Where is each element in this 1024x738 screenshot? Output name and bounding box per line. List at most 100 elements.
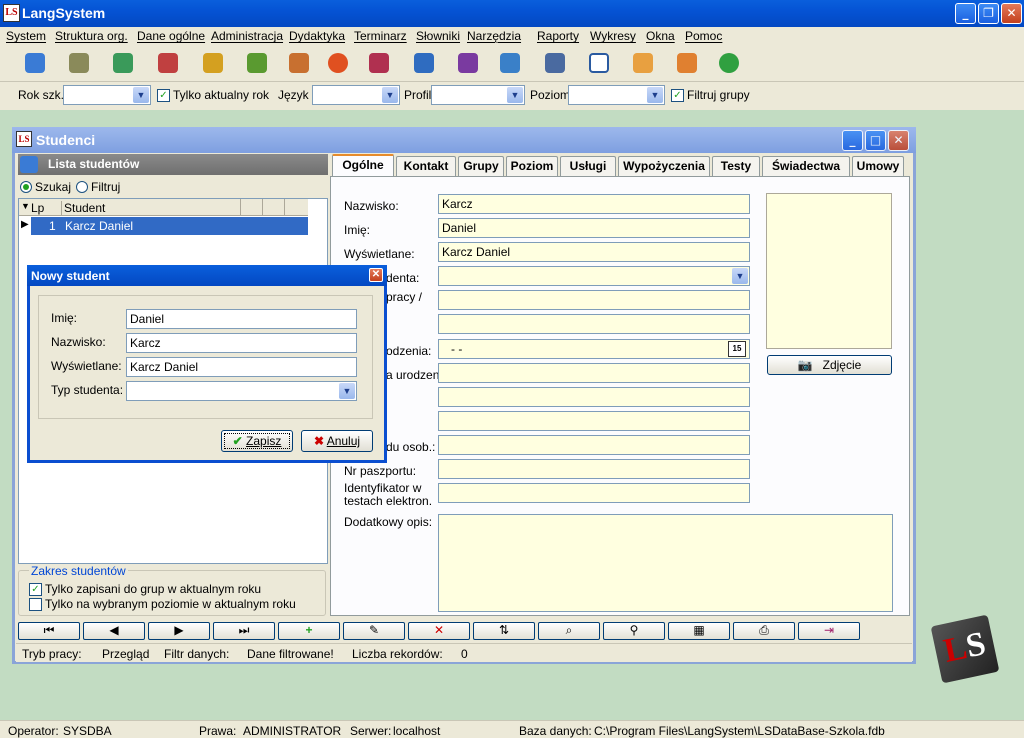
opis-textarea[interactable] bbox=[438, 514, 893, 612]
range-opt2-checkbox[interactable] bbox=[29, 598, 42, 611]
dowod-field[interactable] bbox=[438, 435, 750, 455]
last-record-button[interactable]: ⏭ bbox=[213, 622, 275, 640]
windows-icon[interactable] bbox=[584, 50, 614, 78]
students-icon bbox=[20, 156, 38, 173]
tab-swiadectwa[interactable]: Świadectwa bbox=[762, 156, 850, 176]
next-record-button[interactable]: ▶ bbox=[148, 622, 210, 640]
tylko-aktualny-checkbox[interactable]: ✓ bbox=[157, 89, 170, 102]
miejsce-urodzenia-field[interactable] bbox=[438, 363, 750, 383]
menu-terminarz[interactable]: Terminarz bbox=[354, 29, 407, 43]
restore-button[interactable]: ❐ bbox=[978, 3, 999, 24]
col-student[interactable]: Student bbox=[61, 201, 105, 215]
prev-record-button[interactable]: ◀ bbox=[83, 622, 145, 640]
dialog-close-button[interactable]: ✕ bbox=[369, 268, 383, 282]
students-icon[interactable] bbox=[20, 50, 50, 78]
clients-icon[interactable] bbox=[153, 50, 183, 78]
nazwisko-label: Nazwisko: bbox=[344, 199, 399, 213]
find-button[interactable]: ⌕ bbox=[538, 622, 600, 640]
sort-button[interactable]: ⇅ bbox=[473, 622, 535, 640]
jezyk-select[interactable]: ▼ bbox=[312, 85, 400, 105]
profil-select[interactable]: ▼ bbox=[431, 85, 525, 105]
menu-system[interactable]: System bbox=[6, 29, 46, 43]
tab-grupy[interactable]: Grupy bbox=[458, 156, 504, 176]
copy-icon[interactable] bbox=[540, 50, 570, 78]
photo-button[interactable]: 📷 Zdjęcie bbox=[767, 355, 892, 375]
first-record-button[interactable]: ⏮ bbox=[18, 622, 80, 640]
data-urodzenia-field[interactable]: - - 15 bbox=[438, 339, 750, 359]
row-student: Karcz Daniel bbox=[65, 219, 134, 233]
col-lp[interactable]: Lp bbox=[31, 201, 44, 215]
menu-dydaktyka[interactable]: Dydaktyka bbox=[289, 29, 345, 43]
imie-field[interactable]: Daniel bbox=[438, 218, 750, 238]
range-opt1-checkbox[interactable]: ✓ bbox=[29, 583, 42, 596]
search-icon[interactable]: ⚲ bbox=[603, 622, 665, 640]
save-button[interactable]: ✔ Zapisz bbox=[221, 430, 293, 452]
dialog-wyswietlane-field[interactable]: Karcz Daniel bbox=[126, 357, 357, 377]
dialog-imie-field[interactable]: Daniel bbox=[126, 309, 357, 329]
menu-struktura[interactable]: Struktura org. bbox=[55, 29, 128, 43]
paszport-field[interactable] bbox=[438, 459, 750, 479]
child-maximize-button[interactable]: □ bbox=[865, 130, 886, 151]
praca-field[interactable] bbox=[438, 290, 750, 310]
filtruj-grupy-checkbox[interactable]: ✓ bbox=[671, 89, 684, 102]
menu-wykresy[interactable]: Wykresy bbox=[590, 29, 636, 43]
cd-icon[interactable] bbox=[323, 50, 353, 78]
child-close-button[interactable]: ✕ bbox=[888, 130, 909, 151]
child-minimize-button[interactable]: _ bbox=[842, 130, 863, 151]
cancel-button[interactable]: ✖ Anuluj bbox=[301, 430, 373, 452]
identyfikator-field[interactable] bbox=[438, 483, 750, 503]
dialog-typ-select[interactable]: ▼ bbox=[126, 381, 357, 401]
tab-poziom[interactable]: Poziom bbox=[506, 156, 558, 176]
poziom-select[interactable]: ▼ bbox=[568, 85, 665, 105]
menu-pomoc[interactable]: Pomoc bbox=[685, 29, 722, 43]
field-extra1[interactable] bbox=[438, 387, 750, 407]
tasks-icon[interactable] bbox=[284, 50, 314, 78]
table-row[interactable]: ▶ 1 Karcz Daniel bbox=[19, 217, 308, 235]
catalog-icon[interactable] bbox=[453, 50, 483, 78]
szukaj-radio[interactable] bbox=[20, 181, 32, 193]
student-list-header: Lista studentów bbox=[18, 154, 328, 175]
typ-studenta-select[interactable]: ▼ bbox=[438, 266, 750, 286]
library-icon[interactable] bbox=[364, 50, 394, 78]
close-button[interactable]: ✕ bbox=[1001, 3, 1022, 24]
praca2-field[interactable] bbox=[438, 314, 750, 334]
finance-icon[interactable] bbox=[242, 50, 272, 78]
tab-kontakt[interactable]: Kontakt bbox=[396, 156, 456, 176]
calendar-icon[interactable]: 15 bbox=[728, 341, 746, 357]
minimize-button[interactable]: _ bbox=[955, 3, 976, 24]
field-extra2[interactable] bbox=[438, 411, 750, 431]
edit-record-button[interactable]: ✎ bbox=[343, 622, 405, 640]
add-record-button[interactable]: + bbox=[278, 622, 340, 640]
reports-icon[interactable] bbox=[495, 50, 525, 78]
refresh-icon[interactable] bbox=[714, 50, 744, 78]
rok-select[interactable]: ▼ bbox=[63, 85, 151, 105]
nazwisko-field[interactable]: Karcz bbox=[438, 194, 750, 214]
prawa-label: Prawa: bbox=[199, 724, 237, 738]
menu-narzedzia[interactable]: Narzędzia bbox=[467, 29, 521, 43]
tab-ogolne[interactable]: Ogólne bbox=[332, 154, 394, 177]
export-button[interactable]: ▦ bbox=[668, 622, 730, 640]
layout-icon[interactable] bbox=[628, 50, 658, 78]
chevron-down-icon: ▼ bbox=[339, 383, 355, 399]
tab-wypozyczenia[interactable]: Wypożyczenia bbox=[618, 156, 710, 176]
tab-testy[interactable]: Testy bbox=[712, 156, 760, 176]
exit-button[interactable]: ⇥ bbox=[798, 622, 860, 640]
documents-icon[interactable] bbox=[409, 50, 439, 78]
tab-umowy[interactable]: Umowy bbox=[852, 156, 904, 176]
schedule-icon[interactable] bbox=[198, 50, 228, 78]
print-button[interactable]: ⎙ bbox=[733, 622, 795, 640]
menu-slowniki[interactable]: Słowniki bbox=[416, 29, 460, 43]
filtruj-radio[interactable] bbox=[76, 181, 88, 193]
teachers-icon[interactable] bbox=[64, 50, 94, 78]
delete-record-button[interactable]: ✕ bbox=[408, 622, 470, 640]
tab-uslugi[interactable]: Usługi bbox=[560, 156, 616, 176]
books-icon[interactable] bbox=[108, 50, 138, 78]
menu-okna[interactable]: Okna bbox=[646, 29, 675, 43]
dowod-label: du osob.: bbox=[386, 440, 436, 454]
connect-icon[interactable] bbox=[672, 50, 702, 78]
menu-raporty[interactable]: Raporty bbox=[537, 29, 579, 43]
menu-dane-ogolne[interactable]: Dane ogólne bbox=[137, 29, 205, 43]
dialog-nazwisko-field[interactable]: Karcz bbox=[126, 333, 357, 353]
wyswietlane-field[interactable]: Karcz Daniel bbox=[438, 242, 750, 262]
menu-administracja[interactable]: Administracja bbox=[211, 29, 283, 43]
